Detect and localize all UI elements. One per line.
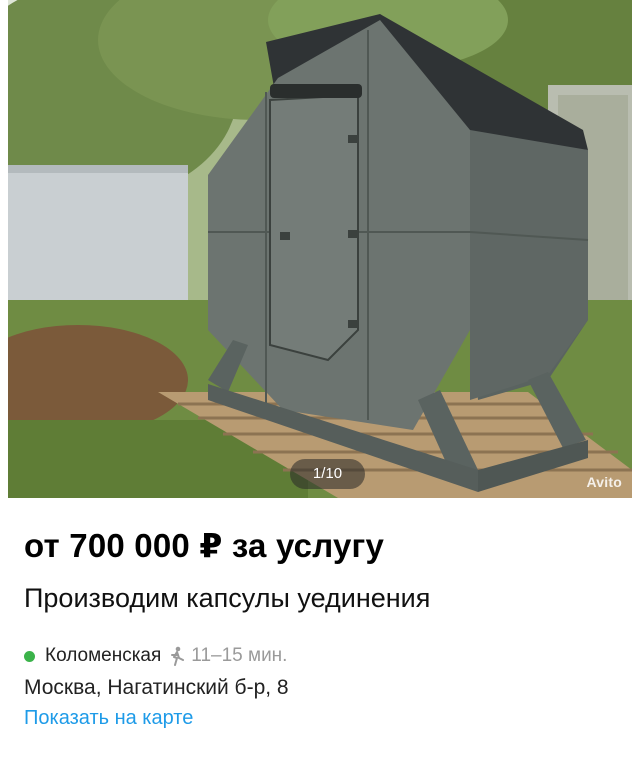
show-on-map-link[interactable]: Показать на карте: [24, 707, 193, 730]
avito-watermark: Avito: [586, 474, 622, 490]
photo-counter: 1/10: [290, 459, 365, 489]
listing-photo[interactable]: 1/10 Avito: [8, 0, 632, 498]
listing-title: Производим капсулы уединения: [24, 583, 431, 613]
walking-person-icon: [169, 646, 185, 666]
metro-station: Коломенская: [45, 645, 162, 666]
metro-info: Коломенская 11–15 мин.: [24, 644, 287, 668]
metro-line-dot-icon: [24, 650, 35, 662]
listing-price: от 700 000 ₽ за услугу: [24, 527, 385, 564]
walk-time: 11–15 мин.: [191, 645, 288, 666]
listing-address: Москва, Нагатинский б-р, 8: [24, 676, 289, 699]
capsule-image: [8, 0, 632, 498]
